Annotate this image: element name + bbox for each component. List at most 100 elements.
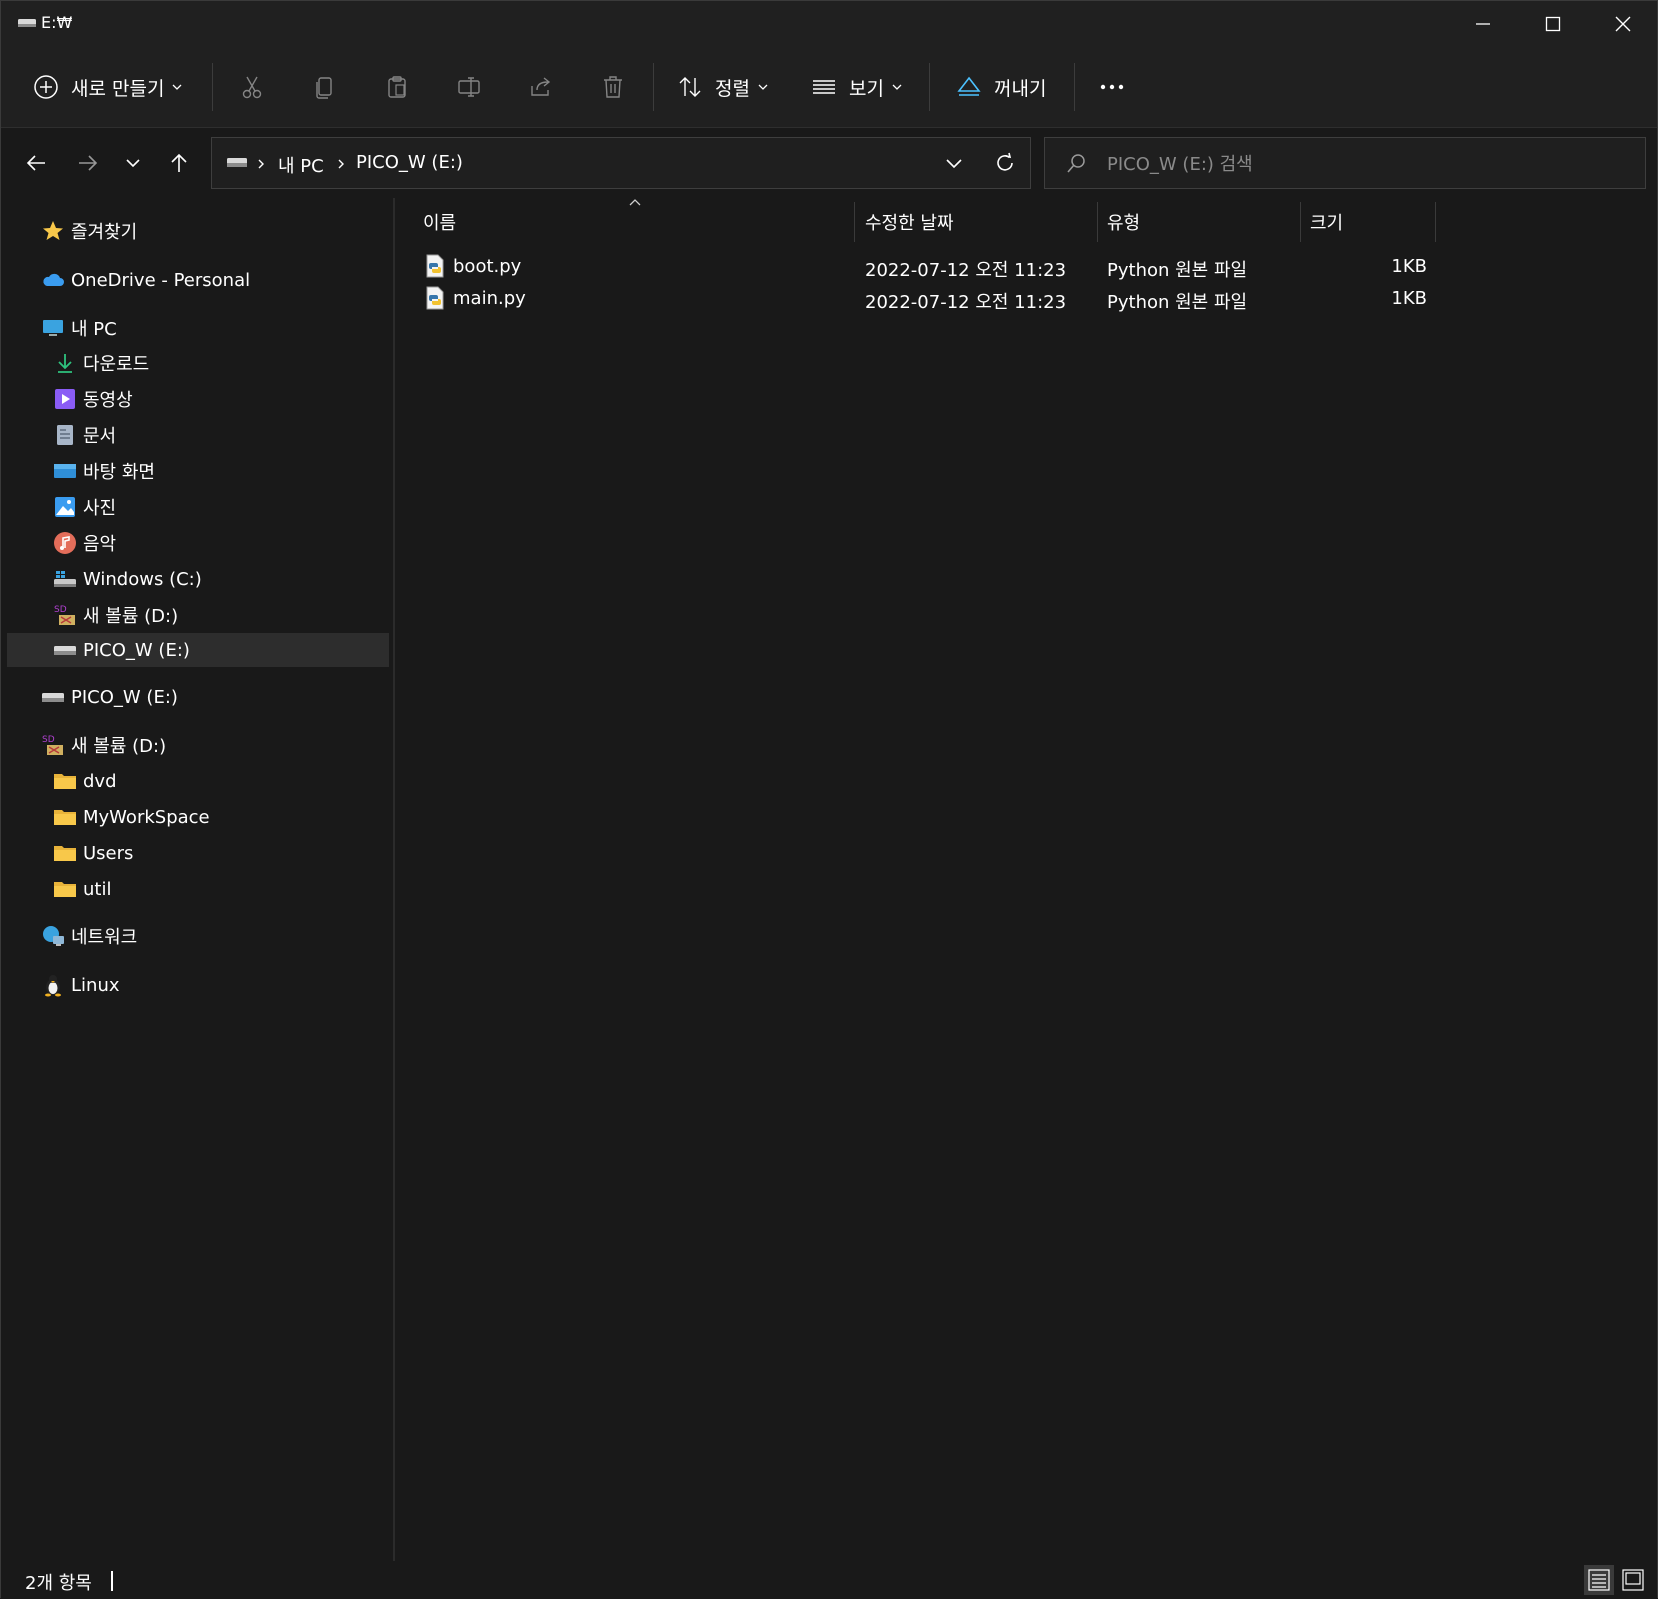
cut-button[interactable]	[239, 47, 265, 127]
folder-icon	[54, 774, 76, 789]
sidebar-item-label: 다운로드	[83, 354, 150, 375]
search-box[interactable]	[1044, 137, 1646, 189]
title-bar: E:₩	[1, 1, 1657, 47]
copy-button[interactable]	[312, 47, 338, 127]
sidebar-item-network[interactable]: 네트워크	[41, 919, 137, 953]
text-caret	[111, 1571, 113, 1591]
python-file-icon	[426, 286, 444, 310]
new-button-label: 새로 만들기	[71, 77, 165, 100]
eject-button[interactable]: 꺼내기	[956, 47, 1046, 127]
sd-drive-icon: SD	[42, 735, 63, 755]
drive-icon	[227, 158, 247, 167]
column-header-size[interactable]: 크기	[1310, 198, 1343, 246]
sidebar-item-label: 사진	[83, 498, 117, 519]
file-explorer-window: E:₩ 새로 만들기 정렬 보기 꺼내기 내 PC PICO_W (E:) PI…	[0, 0, 1658, 1599]
breadcrumb-pico-w[interactable]: PICO_W (E:)	[356, 152, 463, 173]
arrow-up-icon	[171, 153, 187, 172]
sidebar-item-folder-myworkspace[interactable]: MyWorkSpace	[53, 800, 210, 834]
sidebar-item-my-pc[interactable]: 내 PC	[41, 311, 117, 345]
column-separator[interactable]	[854, 202, 855, 242]
up-button[interactable]	[158, 142, 200, 184]
rename-button[interactable]	[456, 47, 482, 127]
back-button[interactable]	[15, 142, 57, 184]
folder-icon	[54, 846, 76, 861]
sort-button[interactable]: 정렬	[677, 47, 768, 127]
more-horizontal-icon	[1100, 84, 1124, 90]
sidebar-item-folder-util[interactable]: util	[53, 872, 111, 906]
file-name: main.py	[453, 288, 526, 309]
sidebar-item-drive-c[interactable]: Windows (C:)	[53, 562, 202, 596]
column-header-name[interactable]: 이름	[423, 198, 456, 246]
sidebar-item-pictures[interactable]: 사진	[53, 490, 116, 524]
search-input[interactable]	[1105, 150, 1629, 178]
column-header-label: 수정한 날짜	[865, 213, 954, 234]
sort-ascending-icon	[629, 199, 641, 206]
share-button[interactable]	[528, 47, 554, 127]
chevron-right-icon	[258, 159, 264, 169]
sidebar-item-favorites[interactable]: 즐겨찾기	[41, 214, 137, 248]
close-icon	[1615, 16, 1631, 32]
paste-button[interactable]	[384, 47, 410, 127]
arrow-right-icon	[79, 155, 98, 171]
large-icons-view-button[interactable]	[1618, 1565, 1648, 1595]
column-header-label: 크기	[1310, 213, 1344, 234]
details-view-button[interactable]	[1584, 1565, 1614, 1595]
chevron-down-icon[interactable]	[944, 154, 964, 174]
sidebar-item-label: 음악	[83, 534, 117, 555]
sidebar-item-label: OneDrive - Personal	[71, 269, 251, 291]
sidebar-item-music[interactable]: 음악	[53, 526, 116, 560]
item-count: 2개 항목	[25, 1573, 92, 1594]
delete-button[interactable]	[600, 47, 626, 127]
download-icon	[58, 354, 72, 373]
sidebar-item-linux[interactable]: Linux	[41, 968, 120, 1002]
sidebar-item-folder-users[interactable]: Users	[53, 836, 133, 870]
table-row[interactable]: main.py 2022-07-12 오전 11:23 Python 원본 파일…	[395, 284, 1455, 316]
sidebar-item-videos[interactable]: 동영상	[53, 382, 133, 416]
sidebar-item-folder-dvd[interactable]: dvd	[53, 764, 117, 798]
sidebar-item-onedrive[interactable]: OneDrive - Personal	[41, 263, 250, 297]
new-button[interactable]: 새로 만들기	[33, 47, 182, 127]
eject-icon	[957, 76, 981, 96]
scissors-icon	[242, 76, 262, 99]
sidebar-item-desktop[interactable]: 바탕 화면	[53, 454, 155, 488]
column-header-modified[interactable]: 수정한 날짜	[865, 198, 954, 246]
sidebar-item-label: 내 PC	[71, 319, 117, 340]
minimize-button[interactable]	[1448, 1, 1518, 47]
file-name: boot.py	[453, 256, 522, 277]
forward-button[interactable]	[67, 142, 109, 184]
video-icon	[55, 389, 75, 409]
maximize-icon	[1545, 16, 1561, 32]
breadcrumb-my-pc[interactable]: 내 PC	[278, 152, 324, 178]
table-row[interactable]: boot.py 2022-07-12 오전 11:23 Python 원본 파일…	[395, 252, 1455, 284]
sidebar-item-downloads[interactable]: 다운로드	[53, 346, 149, 380]
chevron-down-icon	[892, 84, 902, 90]
sidebar-item-drive-d[interactable]: SD 새 볼륨 (D:)	[53, 598, 178, 632]
maximize-button[interactable]	[1518, 1, 1588, 47]
separator	[212, 63, 213, 111]
more-options-button[interactable]	[1099, 47, 1125, 127]
column-separator[interactable]	[1300, 202, 1301, 242]
sidebar-item-documents[interactable]: 문서	[53, 418, 116, 452]
chevron-down-icon	[172, 84, 182, 90]
sort-button-label: 정렬	[715, 77, 750, 100]
chevron-down-icon	[758, 84, 768, 90]
sidebar-item-label: 새 볼륨 (D:)	[71, 736, 167, 757]
chevron-right-icon	[338, 159, 344, 169]
sidebar-item-label: MyWorkSpace	[83, 806, 210, 828]
svg-text:SD: SD	[42, 735, 55, 745]
column-header-type[interactable]: 유형	[1107, 198, 1140, 246]
folder-icon	[54, 810, 76, 825]
recent-locations-button[interactable]	[112, 142, 154, 184]
column-separator[interactable]	[1435, 202, 1436, 242]
view-button[interactable]: 보기	[811, 47, 902, 127]
close-button[interactable]	[1588, 1, 1658, 47]
refresh-icon[interactable]	[994, 152, 1016, 174]
sidebar-item-drive-d-root[interactable]: SD 새 볼륨 (D:)	[41, 728, 166, 762]
sidebar-item-label: 바탕 화면	[83, 462, 155, 483]
sidebar-item-label: 동영상	[83, 390, 133, 411]
address-bar[interactable]: 내 PC PICO_W (E:)	[211, 137, 1031, 189]
sidebar-item-drive-e[interactable]: PICO_W (E:)	[41, 680, 178, 714]
sidebar-item-drive-e-selected[interactable]: PICO_W (E:)	[7, 633, 389, 667]
column-separator[interactable]	[1097, 202, 1098, 242]
trash-icon	[604, 76, 622, 98]
